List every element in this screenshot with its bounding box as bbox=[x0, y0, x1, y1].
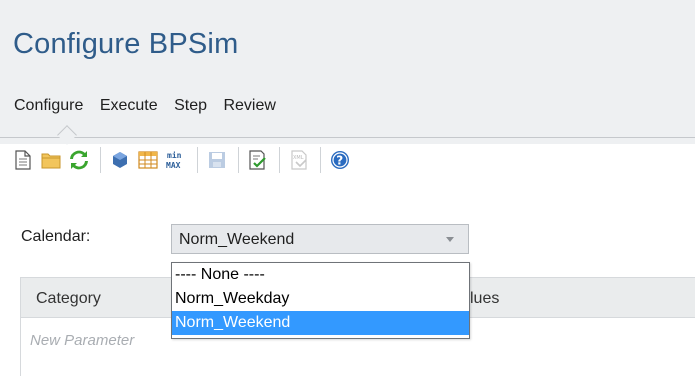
svg-text:min: min bbox=[167, 150, 182, 160]
validate-icon[interactable] bbox=[247, 149, 269, 171]
tab-review[interactable]: Review bbox=[223, 97, 275, 115]
svg-text:MAX: MAX bbox=[166, 161, 181, 170]
calendar-label: Calendar: bbox=[21, 228, 91, 245]
new-parameter-row[interactable]: New Parameter bbox=[30, 332, 134, 349]
toolbar: min MAX XML ? bbox=[12, 147, 357, 173]
save-icon[interactable] bbox=[206, 149, 228, 171]
chevron-down-icon[interactable] bbox=[446, 237, 454, 242]
toolbar-separator bbox=[279, 147, 280, 173]
object-icon[interactable] bbox=[109, 149, 131, 171]
calendar-dropdown-list: ---- None ---- Norm_Weekday Norm_Weekend bbox=[171, 262, 470, 339]
toolbar-separator bbox=[238, 147, 239, 173]
column-header-category[interactable]: Category bbox=[36, 290, 101, 308]
tab-step[interactable]: Step bbox=[174, 97, 207, 115]
table-icon[interactable] bbox=[137, 149, 159, 171]
refresh-icon[interactable] bbox=[68, 149, 90, 171]
dropdown-option-none[interactable]: ---- None ---- bbox=[172, 263, 469, 287]
column-header-values[interactable]: lues bbox=[470, 290, 499, 308]
tab-configure[interactable]: Configure bbox=[14, 97, 83, 115]
tab-underline bbox=[0, 137, 695, 138]
svg-text:?: ? bbox=[336, 154, 343, 168]
min-max-icon[interactable]: min MAX bbox=[165, 149, 187, 171]
svg-text:XML: XML bbox=[293, 155, 304, 161]
open-folder-icon[interactable] bbox=[40, 149, 62, 171]
tab-bar: Configure Execute Step Review bbox=[14, 97, 288, 121]
help-icon[interactable]: ? bbox=[329, 149, 351, 171]
calendar-selected-value: Norm_Weekend bbox=[179, 231, 295, 248]
new-document-icon[interactable] bbox=[12, 149, 34, 171]
toolbar-separator bbox=[197, 147, 198, 173]
dropdown-option-norm-weekday[interactable]: Norm_Weekday bbox=[172, 287, 469, 311]
tab-execute[interactable]: Execute bbox=[100, 97, 158, 115]
calendar-select[interactable]: Norm_Weekend bbox=[171, 224, 469, 254]
toolbar-separator bbox=[320, 147, 321, 173]
header-band bbox=[0, 0, 695, 144]
export-xml-icon[interactable]: XML bbox=[288, 149, 310, 171]
page-title: Configure BPSim bbox=[13, 28, 239, 60]
toolbar-separator bbox=[100, 147, 101, 173]
bpsim-config-window: Configure BPSim Configure Execute Step R… bbox=[0, 0, 695, 376]
dropdown-option-norm-weekend[interactable]: Norm_Weekend bbox=[172, 311, 469, 335]
